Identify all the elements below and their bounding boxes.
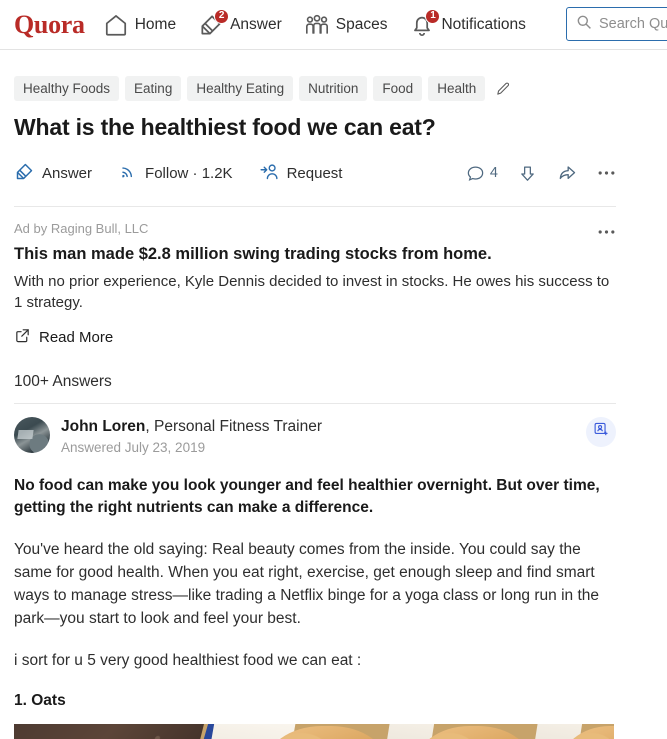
answer-intro-line: i sort for u 5 very good healthiest food… [14, 651, 362, 669]
answer-pencil-icon [14, 161, 35, 186]
ad-read-more-label: Read More [39, 328, 114, 346]
people-icon [304, 12, 330, 38]
comment-button[interactable]: 4 [466, 164, 498, 183]
advertisement: Ad by Raging Bull, LLC This man made $2.… [14, 207, 616, 348]
follow-author-button[interactable] [586, 416, 616, 447]
question-secondary-actions: 4 [466, 163, 616, 183]
topic-tag[interactable]: Eating [125, 76, 182, 101]
top-navigation-bar: Quora Home 2 Answer Spaces 1 Notificatio… [0, 0, 667, 50]
answer-date: Answered July 23, 2019 [61, 439, 206, 455]
ad-headline[interactable]: This man made $2.8 million swing trading… [14, 245, 616, 264]
answer-list-heading: 1. Oats [14, 691, 66, 709]
ad-read-more-button[interactable]: Read More [14, 327, 616, 348]
nav-label-notifications: Notifications [441, 15, 526, 33]
answer-button-label: Answer [42, 164, 93, 182]
topic-tag[interactable]: Food [373, 76, 423, 101]
answers-count-label: 100+ Answers [14, 372, 112, 390]
add-person-icon [593, 421, 610, 443]
ad-more-menu[interactable] [597, 223, 616, 241]
answer-badge-count: 2 [214, 8, 230, 24]
answer-lead-paragraph: No food can make you look younger and fe… [14, 476, 600, 517]
answer-card: John Loren, Personal Fitness Trainer Ans… [14, 404, 616, 739]
external-link-icon [14, 327, 31, 348]
share-button[interactable] [557, 163, 577, 183]
ad-sponsor-label: Ad by Raging Bull, LLC [14, 221, 149, 236]
home-icon [103, 12, 129, 38]
nav-label-answer: Answer [230, 15, 282, 33]
notifications-badge-count: 1 [425, 8, 441, 24]
follow-button-label: Follow · 1.2K [145, 164, 233, 182]
topic-tag[interactable]: Nutrition [299, 76, 368, 101]
topic-tag[interactable]: Health [428, 76, 486, 101]
image-dark-surface [14, 723, 204, 739]
image-paper [376, 723, 436, 739]
main-content: Healthy Foods Eating Healthy Eating Nutr… [0, 50, 667, 739]
question-more-menu[interactable] [597, 169, 616, 177]
search-box[interactable] [566, 7, 667, 41]
request-person-icon [259, 161, 280, 186]
ad-description: With no prior experience, Kyle Dennis de… [14, 273, 610, 312]
nav-item-home[interactable]: Home [103, 12, 176, 38]
question-title: What is the healthiest food we can eat? [14, 114, 436, 140]
search-icon [576, 14, 592, 35]
request-button[interactable]: Request [259, 161, 343, 186]
nav-label-spaces: Spaces [335, 15, 388, 33]
rss-follow-icon [118, 161, 138, 185]
bell-icon: 1 [409, 8, 441, 38]
author-credential: , Personal Fitness Trainer [145, 417, 322, 435]
follow-button[interactable]: Follow · 1.2K [118, 161, 233, 185]
author-name[interactable]: John Loren [61, 418, 145, 435]
quora-logo[interactable]: Quora [14, 11, 85, 38]
answer-image[interactable] [14, 723, 614, 739]
topic-tag[interactable]: Healthy Foods [14, 76, 120, 101]
question-action-bar: Answer Follow · 1.2K Request 4 [14, 158, 616, 188]
topic-tag[interactable]: Healthy Eating [187, 76, 294, 101]
downvote-button[interactable] [518, 164, 537, 183]
topic-tag-list: Healthy Foods Eating Healthy Eating Nutr… [14, 50, 616, 101]
answer-author-header: John Loren, Personal Fitness Trainer Ans… [14, 416, 616, 455]
nav-item-notifications[interactable]: 1 Notifications [409, 8, 526, 38]
answer-body-paragraph: You've heard the old saying: Real beauty… [14, 540, 599, 628]
author-name-line: John Loren, Personal Fitness Trainer [61, 418, 322, 436]
request-button-label: Request [286, 164, 343, 182]
nav-label-home: Home [134, 15, 177, 33]
edit-topics-pencil-icon[interactable] [495, 80, 512, 97]
search-input[interactable] [599, 16, 667, 32]
comment-count: 4 [489, 165, 498, 181]
author-avatar[interactable] [14, 416, 50, 453]
nav-item-spaces[interactable]: Spaces [304, 12, 388, 38]
answer-button[interactable]: Answer [14, 161, 92, 186]
pencil-icon: 2 [198, 8, 230, 38]
nav-item-answer[interactable]: 2 Answer [198, 8, 282, 38]
